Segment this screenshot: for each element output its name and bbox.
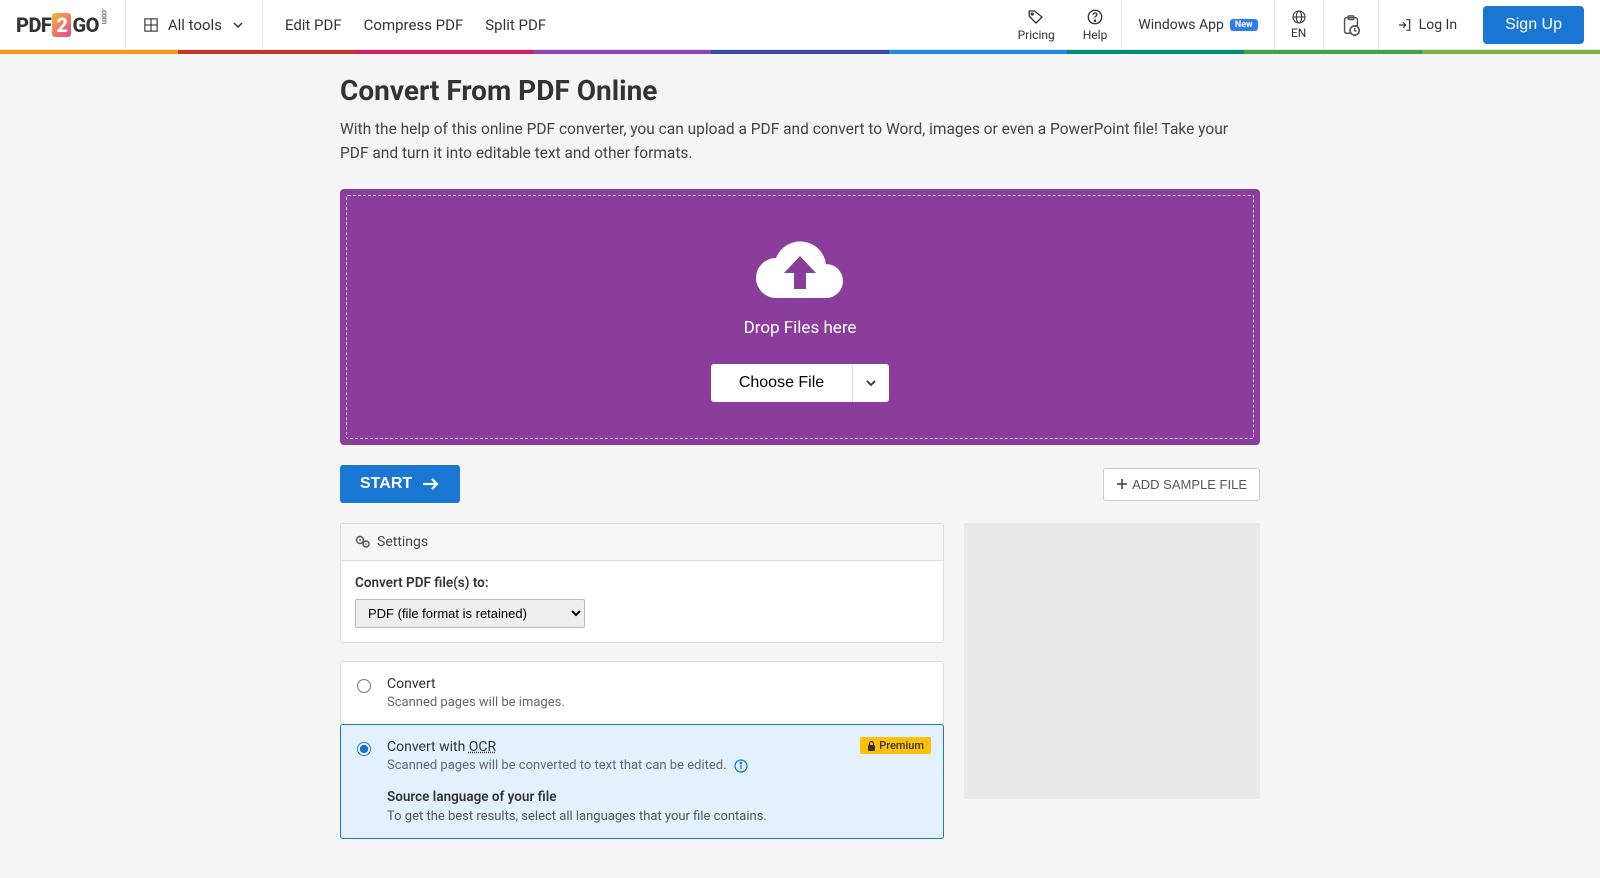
- chevron-down-icon: [865, 377, 877, 389]
- add-sample-button[interactable]: ADD SAMPLE FILE: [1103, 468, 1260, 501]
- settings-body: Convert PDF file(s) to: PDF (file format…: [341, 561, 943, 642]
- all-tools-menu[interactable]: All tools: [126, 0, 263, 49]
- logo-text-pdf: PDF: [16, 13, 51, 37]
- grid-icon: [144, 18, 158, 32]
- start-label: START: [360, 475, 412, 493]
- login-label: Log In: [1419, 17, 1457, 33]
- cloud-upload-icon: [754, 236, 846, 306]
- windows-app-link[interactable]: Windows App New: [1121, 0, 1273, 49]
- option-ocr[interactable]: Premium Convert with OCR Scanned pages w…: [340, 724, 944, 839]
- source-language-title: Source language of your file: [387, 789, 927, 805]
- clipboard-button[interactable]: [1323, 0, 1379, 49]
- convert-to-label: Convert PDF file(s) to:: [355, 575, 929, 591]
- windows-app-label: Windows App: [1138, 17, 1224, 33]
- ocr-abbr: OCR: [469, 739, 496, 755]
- top-header: PDF 2 GO .com All tools Edit PDF Compres…: [0, 0, 1600, 50]
- premium-label: Premium: [879, 739, 924, 752]
- settings-header-label: Settings: [377, 534, 428, 550]
- logo-text-go: GO: [72, 13, 98, 37]
- header-right: Pricing Help Windows App New EN Log In S…: [1004, 0, 1600, 49]
- logo-text-dotcom: .com: [100, 8, 109, 24]
- rainbow-bar: [0, 50, 1600, 54]
- choose-file-dropdown[interactable]: [852, 364, 889, 402]
- page-title: Convert From PDF Online: [340, 74, 1260, 107]
- right-column: [964, 523, 1260, 799]
- help-link[interactable]: Help: [1069, 0, 1122, 49]
- signup-button[interactable]: Sign Up: [1483, 6, 1584, 44]
- page-subtitle: With the help of this online PDF convert…: [340, 117, 1260, 165]
- action-row: START ADD SAMPLE FILE: [340, 465, 1260, 503]
- option-convert-desc: Scanned pages will be images.: [387, 695, 927, 710]
- nav-compress-pdf[interactable]: Compress PDF: [364, 16, 464, 34]
- nav-split-pdf[interactable]: Split PDF: [485, 16, 546, 34]
- globe-icon: [1291, 9, 1307, 25]
- nav-links: Edit PDF Compress PDF Split PDF: [263, 0, 568, 49]
- choose-file-group: Choose File: [711, 364, 889, 402]
- left-column: Settings Convert PDF file(s) to: PDF (fi…: [340, 523, 944, 838]
- login-icon: [1397, 17, 1413, 33]
- option-convert-title: Convert: [387, 676, 927, 692]
- option-convert[interactable]: Convert Scanned pages will be images.: [340, 661, 944, 725]
- logo[interactable]: PDF 2 GO .com: [0, 0, 126, 49]
- main-container: Convert From PDF Online With the help of…: [340, 54, 1260, 878]
- help-icon: [1086, 8, 1104, 26]
- premium-badge: Premium: [860, 737, 931, 754]
- dropzone-inner: Drop Files here Choose File: [346, 195, 1254, 439]
- lock-icon: [867, 741, 876, 751]
- settings-panel: Settings Convert PDF file(s) to: PDF (fi…: [340, 523, 944, 643]
- chevron-down-icon: [232, 19, 244, 31]
- nav-edit-pdf[interactable]: Edit PDF: [285, 16, 342, 34]
- option-ocr-title: Convert with OCR: [387, 739, 927, 755]
- settings-header: Settings: [341, 524, 943, 561]
- option-ocr-desc: Scanned pages will be converted to text …: [387, 758, 927, 773]
- info-icon[interactable]: [734, 759, 748, 773]
- convert-to-select[interactable]: PDF (file format is retained): [355, 599, 585, 628]
- language-label: EN: [1291, 26, 1306, 40]
- logo-text-2: 2: [52, 13, 71, 37]
- new-badge: New: [1230, 19, 1258, 31]
- add-sample-label: ADD SAMPLE FILE: [1132, 477, 1247, 492]
- login-link[interactable]: Log In: [1379, 0, 1475, 49]
- arrow-right-icon: [422, 477, 440, 491]
- source-language-desc: To get the best results, select all lang…: [387, 809, 927, 824]
- plus-icon: [1116, 478, 1128, 490]
- start-button[interactable]: START: [340, 465, 460, 503]
- dropzone[interactable]: Drop Files here Choose File: [340, 189, 1260, 445]
- columns: Settings Convert PDF file(s) to: PDF (fi…: [340, 523, 1260, 838]
- gears-icon: [355, 535, 371, 549]
- language-selector[interactable]: EN: [1274, 0, 1323, 49]
- pricing-label: Pricing: [1018, 28, 1055, 42]
- tag-icon: [1027, 8, 1045, 26]
- radio-ocr[interactable]: [357, 742, 371, 756]
- clipboard-clock-icon: [1340, 14, 1362, 36]
- pricing-link[interactable]: Pricing: [1004, 0, 1069, 49]
- help-label: Help: [1083, 28, 1108, 42]
- all-tools-label: All tools: [168, 16, 222, 34]
- header-spacer: [568, 0, 1003, 49]
- signup-wrap: Sign Up: [1475, 0, 1600, 49]
- choose-file-button[interactable]: Choose File: [711, 364, 852, 402]
- ad-placeholder: [964, 523, 1260, 799]
- radio-convert[interactable]: [357, 679, 371, 693]
- dropzone-text: Drop Files here: [367, 318, 1233, 338]
